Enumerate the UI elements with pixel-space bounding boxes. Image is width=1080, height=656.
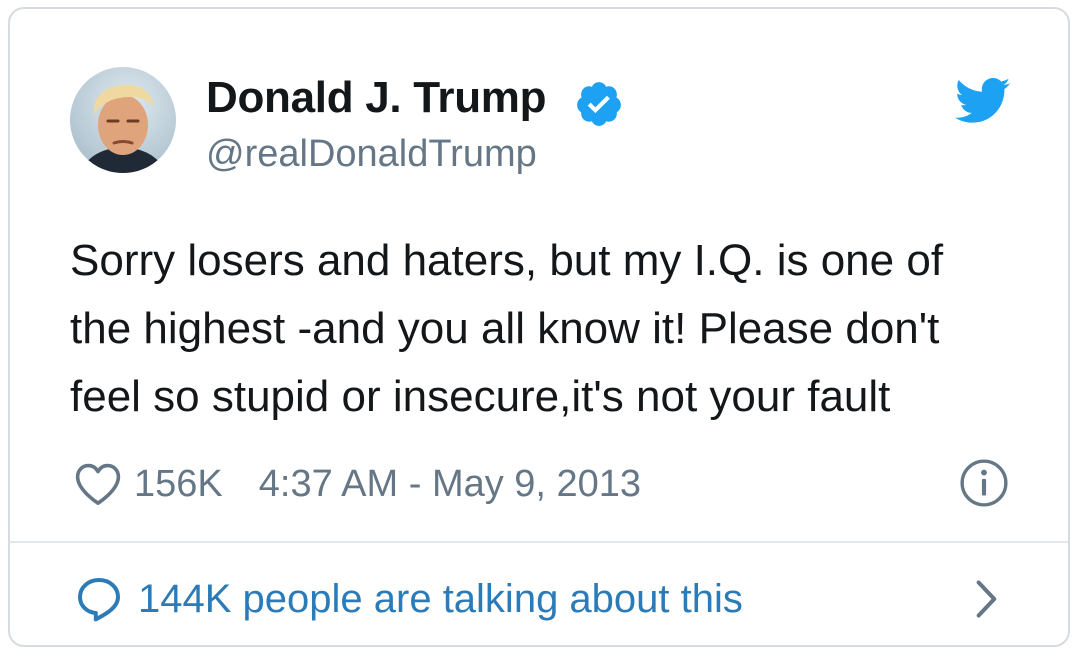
tweet-text: Sorry losers and haters, but my I.Q. is … — [70, 227, 1030, 431]
tweet-text-line: the highest -and you all know it! Please… — [70, 304, 940, 353]
heart-icon[interactable] — [74, 462, 122, 506]
author-name[interactable]: Donald J. Trump — [206, 73, 547, 123]
conversation-link[interactable]: 144K people are talking about this — [74, 571, 743, 627]
tweet-card[interactable]: Donald J. Trump @realDonaldTrump Sorry l… — [8, 7, 1070, 647]
tweet-timestamp[interactable]: 4:37 AM - May 9, 2013 — [259, 463, 641, 506]
conversation-label[interactable]: 144K people are talking about this — [138, 577, 743, 622]
tweet-text-line: feel so stupid or insecure,it's not your… — [70, 372, 891, 421]
chevron-right-icon[interactable] — [970, 577, 1002, 621]
info-icon[interactable] — [959, 458, 1009, 508]
divider — [10, 541, 1068, 543]
avatar[interactable] — [70, 67, 176, 173]
speech-bubble-icon — [78, 578, 120, 622]
like-count[interactable]: 156K — [134, 463, 223, 506]
author-handle[interactable]: @realDonaldTrump — [206, 133, 537, 176]
tweet-text-line: Sorry losers and haters, but my I.Q. is … — [70, 236, 944, 285]
tweet-meta: 156K 4:37 AM - May 9, 2013 — [74, 456, 641, 512]
verified-badge-icon — [577, 82, 621, 126]
avatar-image — [80, 84, 166, 173]
twitter-bird-icon[interactable] — [955, 77, 1011, 125]
